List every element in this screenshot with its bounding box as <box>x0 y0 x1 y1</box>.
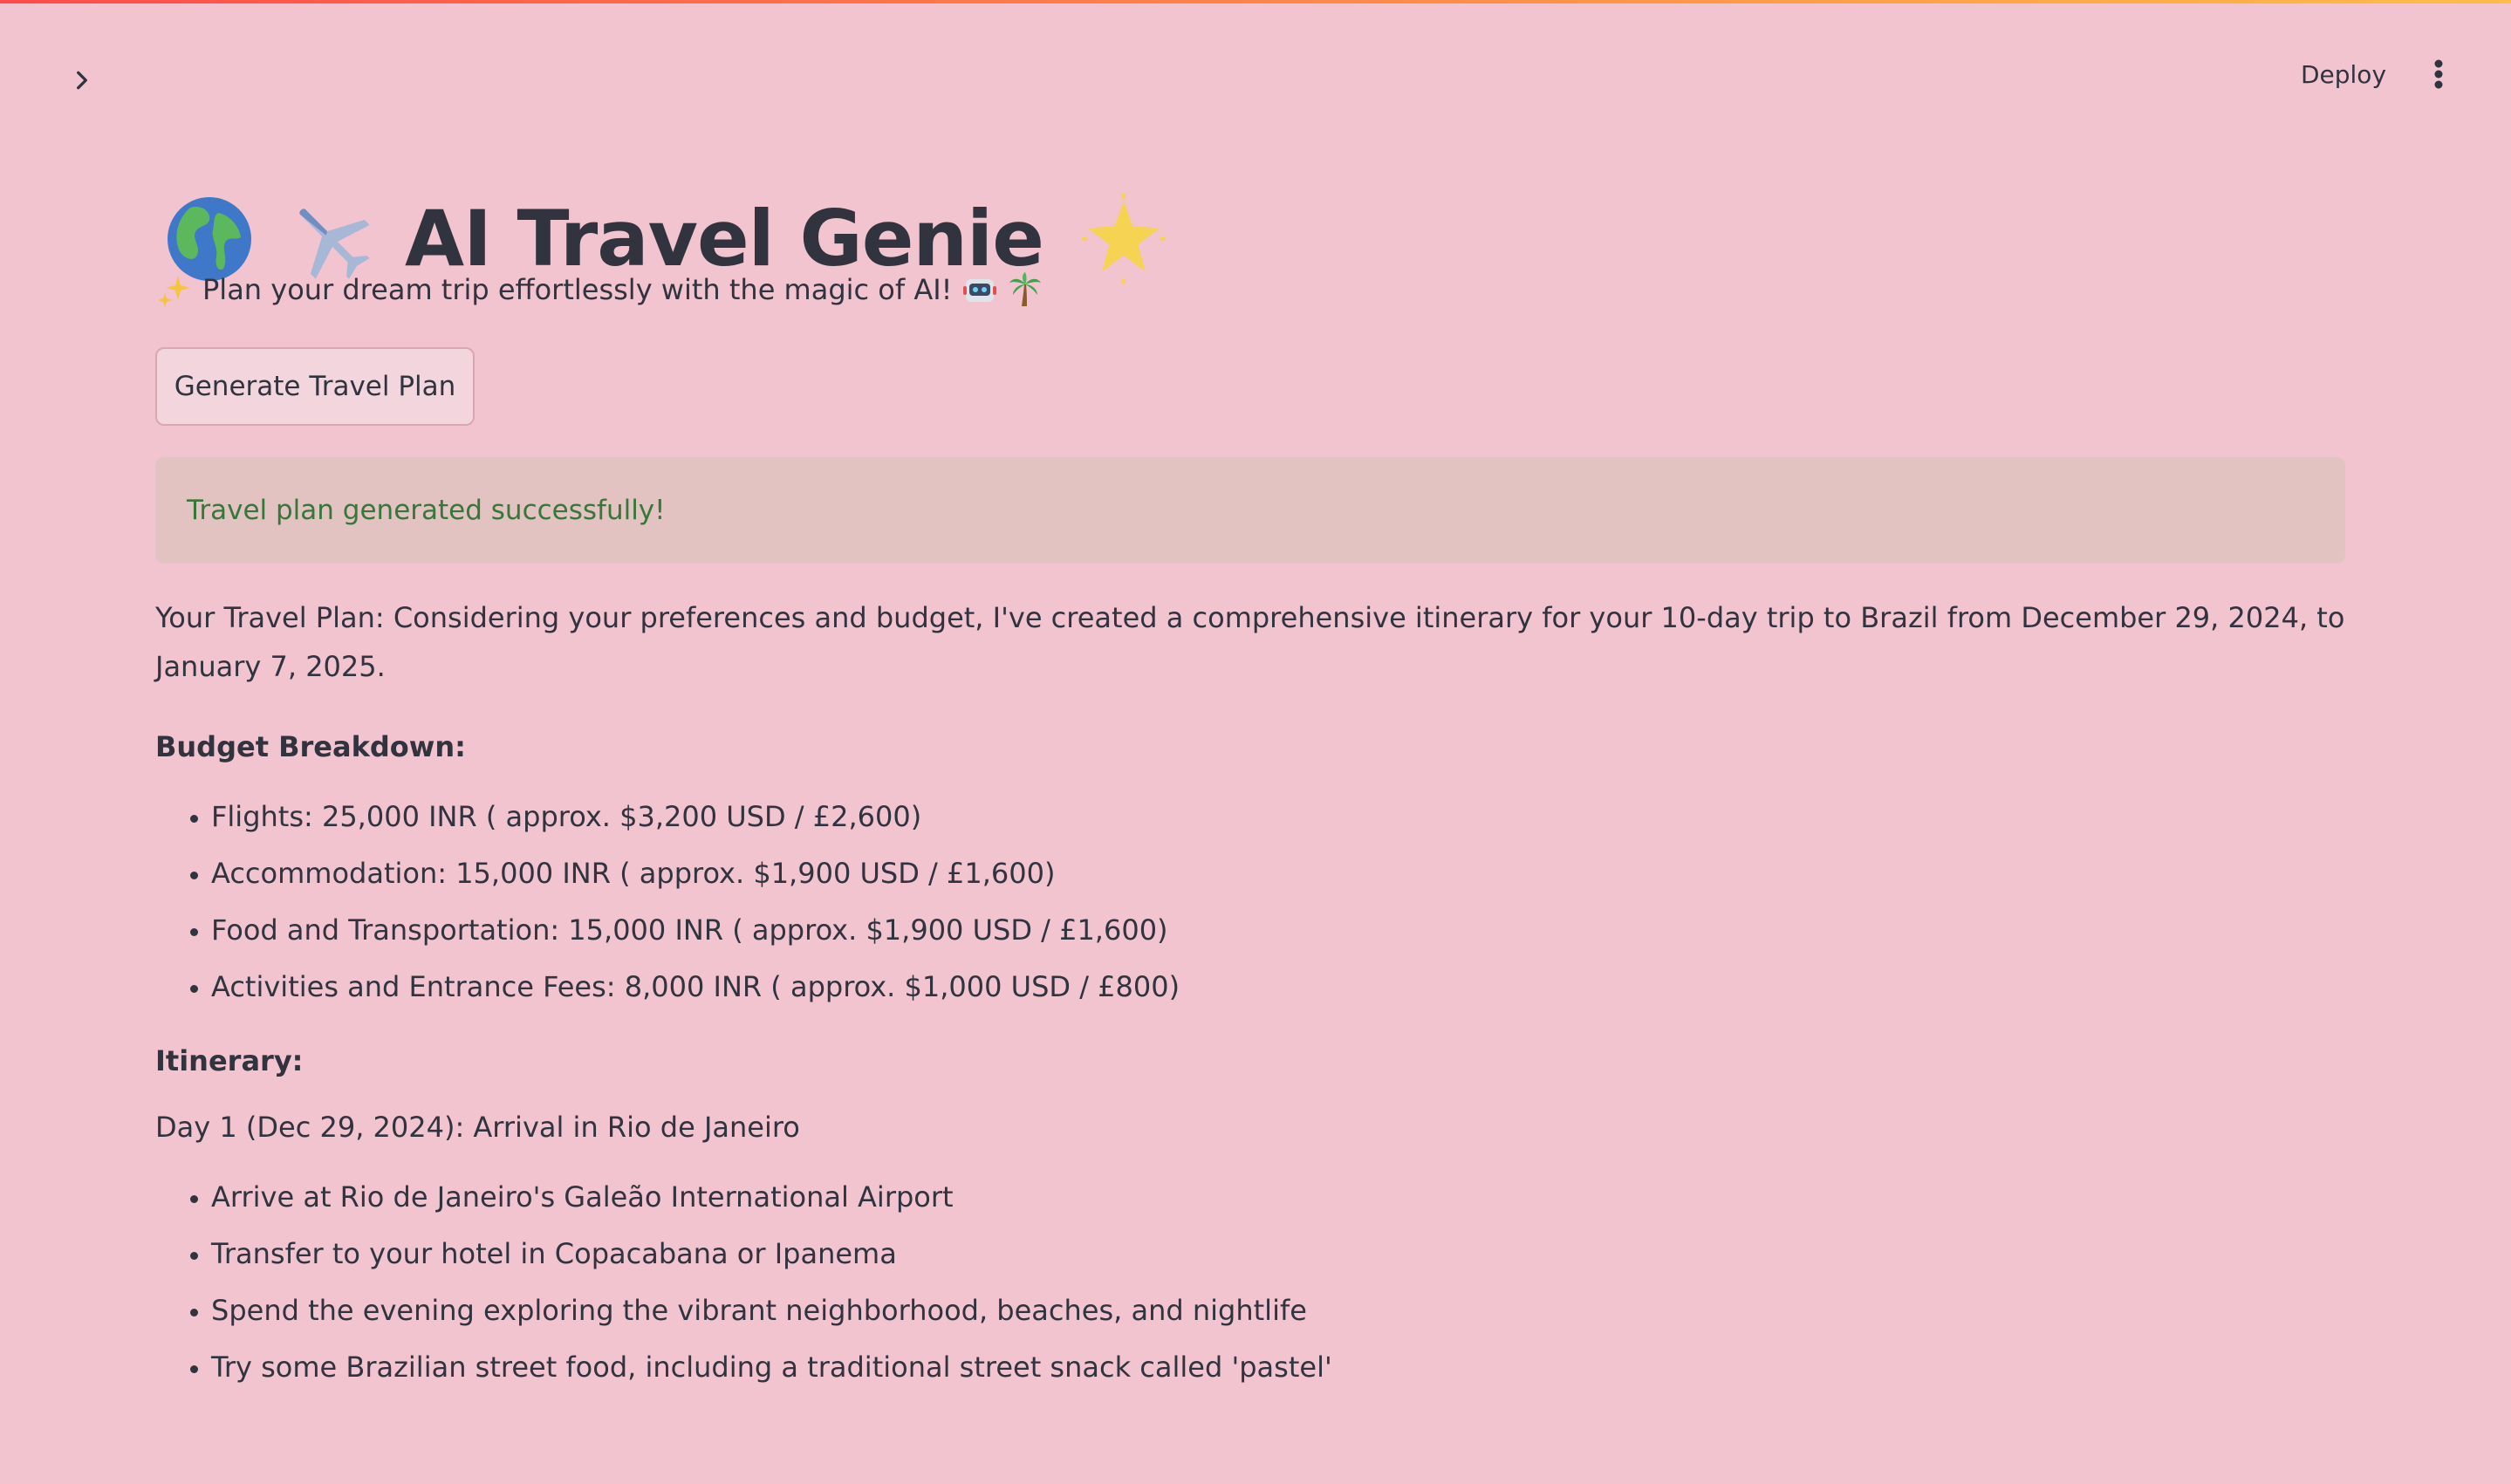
day-1-heading: Day 1 (Dec 29, 2024): Arrival in Rio de … <box>155 1111 800 1144</box>
list-item: Spend the evening exploring the vibrant … <box>211 1282 2354 1339</box>
list-item: Transfer to your hotel in Copacabana or … <box>211 1226 2354 1282</box>
list-item: Food and Transportation: 15,000 INR ( ap… <box>211 902 2354 959</box>
day-1-list: Arrive at Rio de Janeiro's Galeão Intern… <box>155 1169 2354 1396</box>
list-item: Flights: 25,000 INR ( approx. $3,200 USD… <box>211 789 2354 845</box>
subtitle: Plan your dream trip effortlessly with t… <box>157 267 1043 312</box>
success-alert: Travel plan generated successfully! <box>155 457 2345 564</box>
main-menu-button[interactable] <box>2417 51 2460 98</box>
app-header: Deploy <box>0 3 2511 134</box>
budget-heading: Budget Breakdown: <box>155 730 466 763</box>
palm-tree-icon <box>1009 272 1042 306</box>
generate-travel-plan-button[interactable]: Generate Travel Plan <box>155 347 475 426</box>
vertical-ellipsis-icon <box>2434 59 2443 89</box>
subtitle-text: Plan your dream trip effortlessly with t… <box>202 273 953 306</box>
list-item: Accommodation: 15,000 INR ( approx. $1,9… <box>211 845 2354 902</box>
robot-icon <box>963 279 997 302</box>
budget-list: Flights: 25,000 INR ( approx. $3,200 USD… <box>155 789 2354 1016</box>
travel-plan-content: Your Travel Plan: Considering your prefe… <box>155 593 2354 1417</box>
chevron-right-icon <box>77 71 87 90</box>
glowing-star-icon <box>1082 193 1166 284</box>
plan-intro: Your Travel Plan: Considering your prefe… <box>155 601 2345 683</box>
itinerary-heading: Itinerary: <box>155 1044 304 1077</box>
sidebar-toggle-button[interactable] <box>63 61 101 99</box>
sparkles-icon <box>158 276 190 307</box>
deploy-button[interactable]: Deploy <box>2284 51 2403 98</box>
list-item: Activities and Entrance Fees: 8,000 INR … <box>211 959 2354 1016</box>
list-item: Try some Brazilian street food, includin… <box>211 1339 2354 1396</box>
list-item: Arrive at Rio de Janeiro's Galeão Intern… <box>211 1169 2354 1226</box>
